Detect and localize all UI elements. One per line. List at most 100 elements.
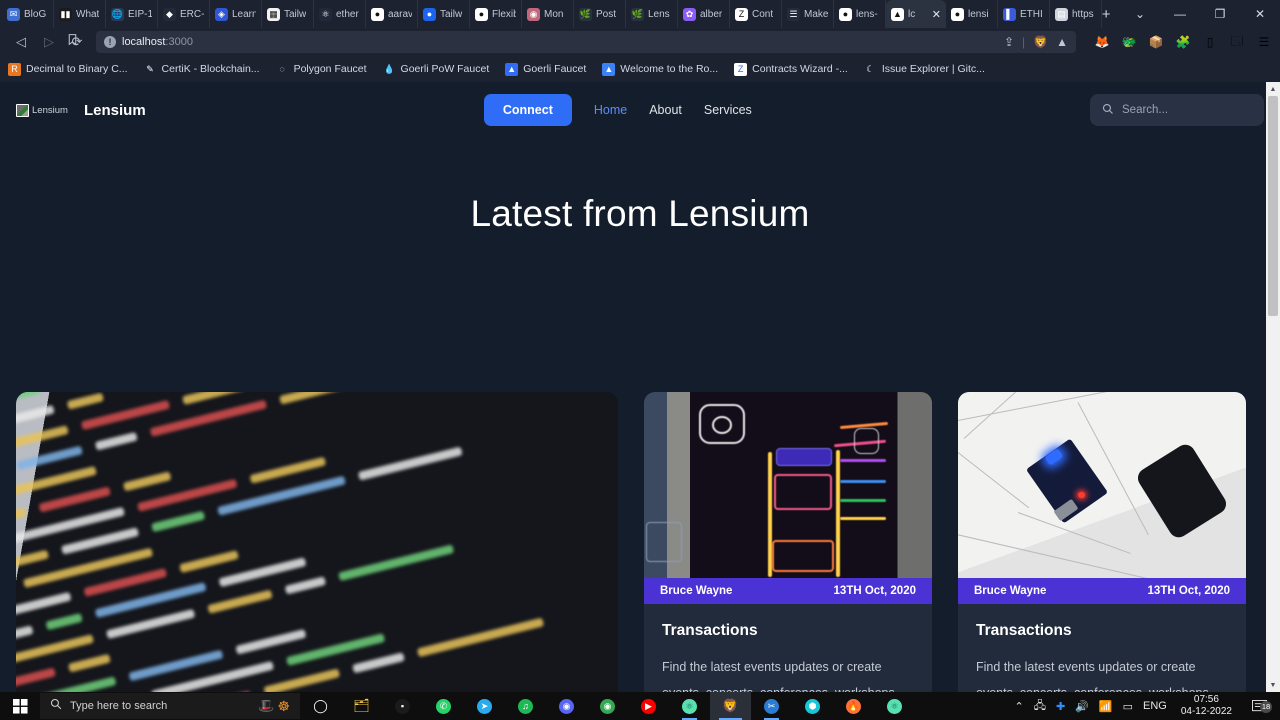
address-bar[interactable]: ! localhost:3000 ⇪ | 🦁 ▲ (68, 31, 1076, 53)
browser-tab[interactable]: ● Flexib (470, 0, 522, 28)
nav-link-home[interactable]: Home (594, 103, 627, 117)
browser-tab[interactable]: ◉ Mon (522, 0, 574, 28)
scroll-down-arrow[interactable]: ▼ (1266, 678, 1280, 692)
url-port: :3000 (165, 36, 193, 48)
battery-icon[interactable]: ▭ (1123, 700, 1133, 713)
bookmark-item[interactable]: ☾ Issue Explorer | Gitc... (863, 62, 985, 76)
browser-tab[interactable]: ✉ BloG (2, 0, 54, 28)
bookmark-item[interactable]: R Decimal to Binary C... (8, 62, 128, 76)
page-icon: ▤ (1055, 7, 1068, 21)
brave-rewards-icon[interactable]: 🦁 (1033, 35, 1048, 49)
metamask-extension-icon[interactable]: 🦊 (1094, 34, 1110, 50)
bookmark-item[interactable]: ◌ Polygon Faucet (275, 62, 367, 76)
tab-close-icon[interactable]: ✕ (932, 8, 941, 21)
scroll-up-arrow[interactable]: ▲ (1266, 82, 1280, 96)
menu-icon[interactable]: ☰ (1256, 34, 1272, 50)
volume-icon[interactable]: 🔊 (1075, 700, 1089, 713)
vscode-icon[interactable]: ✂ (751, 692, 792, 720)
brave-icon[interactable]: 🦁 (710, 692, 751, 720)
notifications-button[interactable]: 18 (1246, 699, 1272, 713)
browser-tab[interactable]: ◆ ERC- (158, 0, 210, 28)
language-indicator[interactable]: ENG (1143, 700, 1167, 712)
file-explorer-icon[interactable]: 🗂 (341, 692, 382, 720)
page-scrollbar[interactable]: ▲ ▼ (1266, 82, 1280, 692)
wallet-icon[interactable]: 🗔 (1229, 34, 1245, 50)
browser-tab[interactable]: ● lensi (946, 0, 998, 28)
youtube-icon[interactable]: ▶ (628, 692, 669, 720)
scrollbar-thumb[interactable] (1268, 96, 1278, 316)
firefox-icon-glyph: 🔥 (846, 698, 861, 714)
start-button[interactable] (0, 698, 40, 714)
clock[interactable]: 07:56 04-12-2022 (1177, 694, 1236, 718)
post-card[interactable]: Bruce Wayne 13TH Oct, 2020 Transactions … (644, 392, 932, 692)
package-icon[interactable]: ⬢ (792, 692, 833, 720)
terminal-icon[interactable]: ▪ (382, 692, 423, 720)
browser-tab[interactable]: ◈ Learn (210, 0, 262, 28)
share-icon[interactable]: ⇪ (1004, 35, 1014, 49)
bookmark-item[interactable]: 💧 Goerli PoW Faucet (382, 62, 490, 76)
browser-tab[interactable]: ⚛ ether (314, 0, 366, 28)
browser-tab[interactable]: ✿ alber (678, 0, 730, 28)
wifi-icon[interactable]: 📶 (1099, 700, 1113, 713)
post-description: Find the latest events updates or create… (662, 660, 905, 692)
maximize-button[interactable]: ❐ (1200, 0, 1240, 28)
browser-tab[interactable]: ▌ ETHI (998, 0, 1050, 28)
rabby-extension-icon[interactable]: 🐲 (1121, 34, 1137, 50)
bookmark-item[interactable]: Z Contracts Wizard -... (734, 62, 848, 76)
whatsapp-icon[interactable]: ✆ (423, 692, 464, 720)
connect-button[interactable]: Connect (483, 94, 572, 126)
show-hidden-icons[interactable]: ⌃ (1014, 700, 1023, 713)
bookmark-this-page-icon[interactable] (66, 33, 79, 51)
browser-tab[interactable]: ▲ lc ✕ (886, 0, 946, 28)
site-info-icon[interactable]: ! (104, 36, 116, 48)
react2-icon[interactable]: ⚛ (874, 692, 915, 720)
close-button[interactable]: ✕ (1240, 0, 1280, 28)
browser-tab[interactable]: ● Tailw (418, 0, 470, 28)
minimize-button[interactable]: — (1160, 0, 1200, 28)
notification-count: 18 (1260, 700, 1272, 713)
browser-tab[interactable]: 🌿 Lens (626, 0, 678, 28)
browser-tab-label: alber (700, 8, 723, 20)
brand[interactable]: Lensium Lensium (16, 102, 146, 119)
post-author: Bruce Wayne (660, 585, 733, 597)
post-card[interactable]: Bruce Wayne 13TH Oct, 2020 Transactions … (958, 392, 1246, 692)
cortana-badge-icon[interactable]: 🎩 (258, 698, 274, 714)
sidebar-icon[interactable]: ▯ (1202, 34, 1218, 50)
search-box[interactable]: Search... (1090, 94, 1264, 126)
browser-tab[interactable]: ▦ Tailw (262, 0, 314, 28)
featured-card[interactable] (16, 392, 618, 692)
react-icon[interactable]: ⚛ (669, 692, 710, 720)
back-button[interactable]: ◁ (8, 30, 34, 54)
cortana-icon[interactable]: ◯ (300, 692, 341, 720)
discord-icon[interactable]: ◉ (546, 692, 587, 720)
browser-tab[interactable]: 🌐 EIP-1 (106, 0, 158, 28)
bookmark-item[interactable]: ▲ Goerli Faucet (505, 62, 586, 76)
bookmark-item[interactable]: ▲ Welcome to the Ro... (602, 62, 718, 76)
nav-link-about[interactable]: About (649, 103, 682, 117)
firefox-icon[interactable]: 🔥 (833, 692, 874, 720)
browser-tab[interactable]: ▤ https (1050, 0, 1102, 28)
diamond-icon: ◈ (215, 7, 228, 21)
browser-tab[interactable]: ● aarav (366, 0, 418, 28)
bookmark-label: Goerli PoW Faucet (400, 63, 490, 75)
network-off-icon[interactable]: 🖧 (1034, 697, 1046, 716)
taskbar-search[interactable]: Type here to search 🎩 ☸ (40, 693, 300, 719)
tab-search-button[interactable]: ⌄ (1120, 0, 1160, 28)
forward-button[interactable]: ▷ (36, 30, 62, 54)
browser-tab[interactable]: Z Cont (730, 0, 782, 28)
spotify-icon[interactable]: ♫ (505, 692, 546, 720)
telegram-icon[interactable]: ➤ (464, 692, 505, 720)
extensions-toolbar: 🦊 🐲 📦 🧩 ▯ 🗔 ☰ (1082, 34, 1272, 50)
browser-tab[interactable]: 🌿 Post (574, 0, 626, 28)
browser-tab[interactable]: ● lens- (834, 0, 886, 28)
browser-tab[interactable]: ▮▮ What (54, 0, 106, 28)
bookmark-item[interactable]: ✎ CertiK - Blockchain... (143, 62, 260, 76)
package-extension-icon[interactable]: 📦 (1148, 34, 1164, 50)
nav-link-services[interactable]: Services (704, 103, 752, 117)
puzzle-extension-icon[interactable]: 🧩 (1175, 34, 1191, 50)
wallet-icon[interactable]: ▲ (1056, 35, 1068, 49)
browser-tab[interactable]: ☰ Make (782, 0, 834, 28)
helm-icon[interactable]: ☸ (277, 698, 290, 715)
bluetooth-icon[interactable]: ✚ (1056, 700, 1065, 713)
chrome-icon[interactable]: ◉ (587, 692, 628, 720)
